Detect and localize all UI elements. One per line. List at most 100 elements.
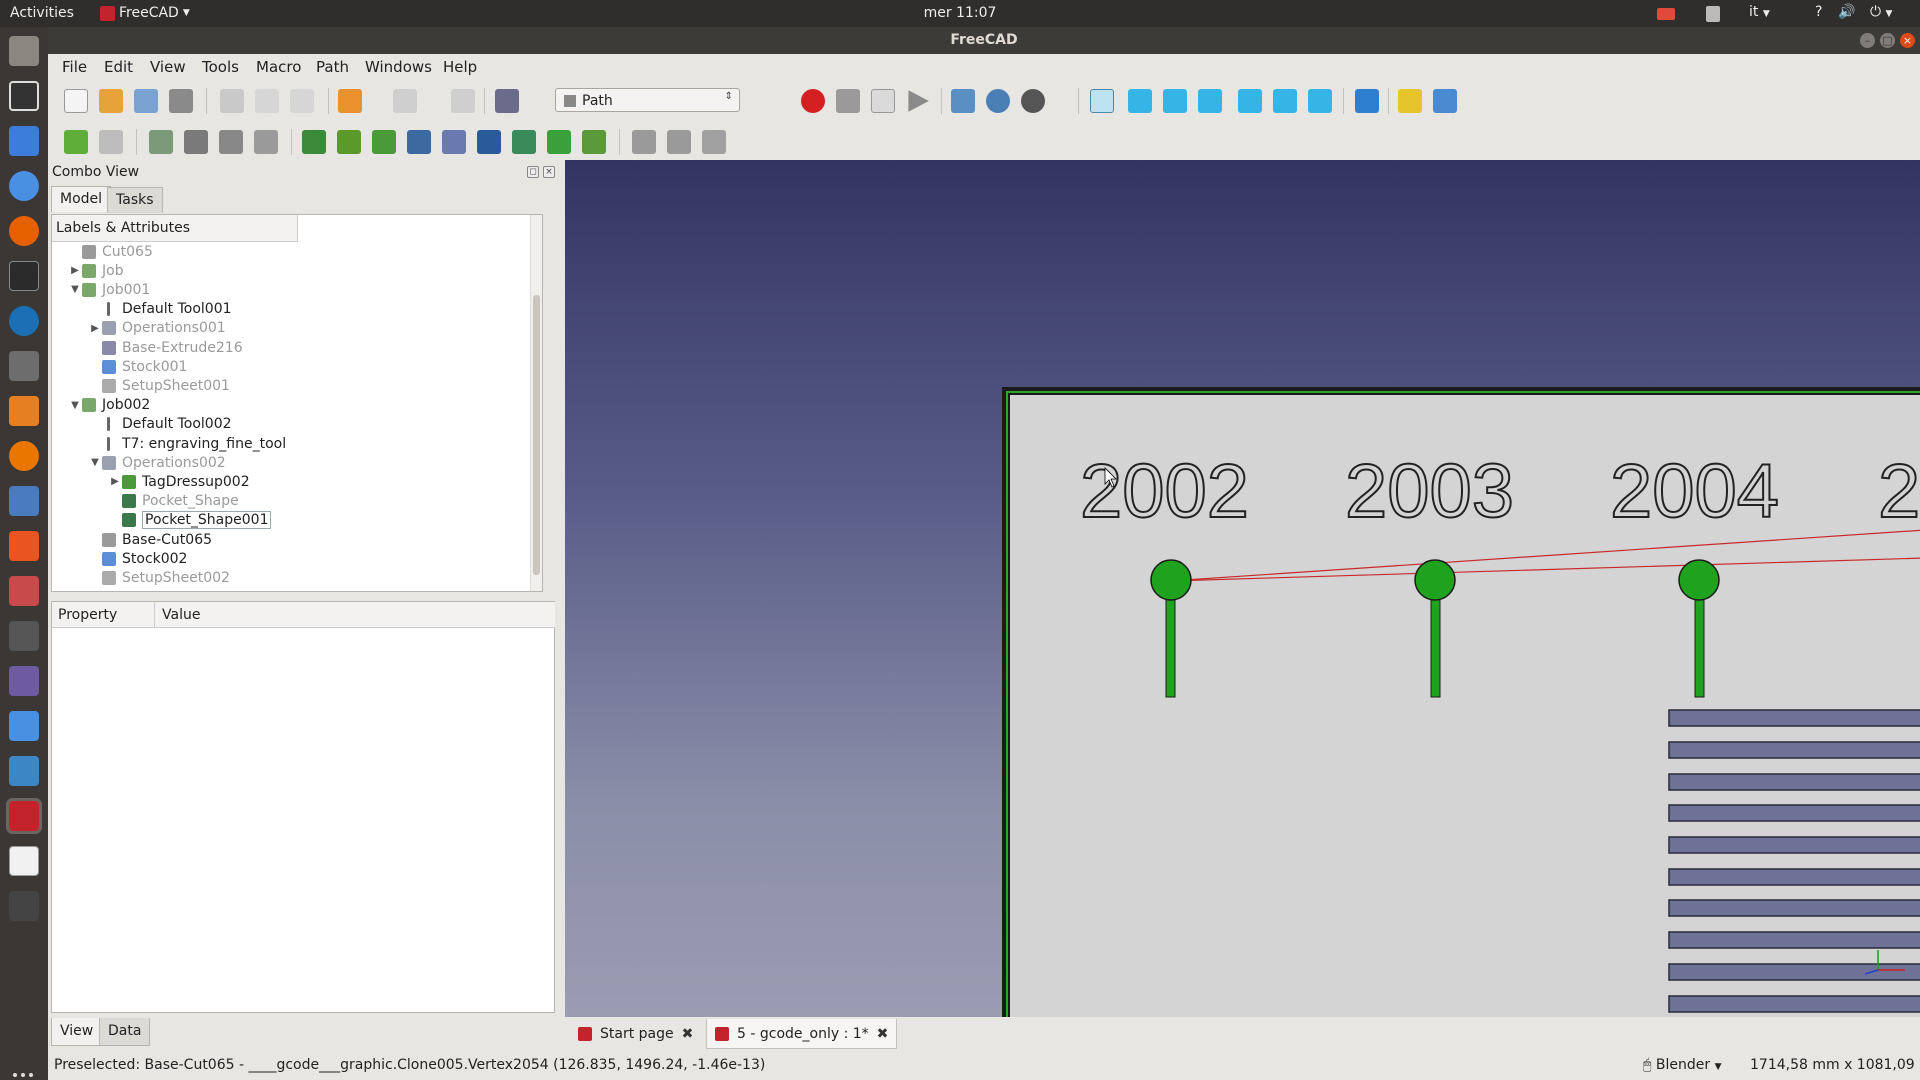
menu-path[interactable]: Path	[316, 58, 349, 76]
tree-item[interactable]: ▼ Operations002	[88, 453, 226, 472]
refresh-icon[interactable]	[451, 89, 475, 113]
tree-item[interactable]: ▶ TagDressup002	[108, 472, 249, 491]
close-button[interactable]: ×	[1900, 33, 1915, 48]
measure-distance-icon[interactable]	[1355, 89, 1379, 113]
camera-indicator-icon[interactable]	[1657, 8, 1675, 20]
menu-edit[interactable]: Edit	[104, 58, 133, 76]
post-process-icon[interactable]	[99, 130, 123, 154]
adaptive-icon[interactable]	[547, 130, 571, 154]
keyboard-layout[interactable]: it ▼	[1749, 4, 1770, 20]
pocket-pass[interactable]	[1668, 741, 1920, 759]
profile-faces-icon[interactable]	[337, 130, 361, 154]
tab-model[interactable]: Model	[51, 186, 112, 212]
virtualbox-icon[interactable]	[9, 756, 39, 786]
tree-item[interactable]: ▶ Job	[68, 261, 123, 280]
tree-scrollbar[interactable]	[530, 215, 542, 591]
tab-start-page[interactable]: Start page ✖	[570, 1019, 701, 1049]
stop-macro-icon[interactable]	[836, 89, 860, 113]
new-document-icon[interactable]	[64, 89, 88, 113]
network-icon[interactable]	[9, 711, 39, 741]
camera-icon[interactable]	[9, 621, 39, 651]
pocket-pass[interactable]	[1668, 899, 1920, 917]
custom-icon[interactable]	[254, 130, 278, 154]
menu-file[interactable]: File	[62, 58, 87, 76]
tree-item[interactable]: ▼ Job001	[68, 280, 150, 299]
terminal-icon[interactable]	[9, 261, 39, 291]
tag-head[interactable]	[1150, 559, 1192, 601]
tree-item[interactable]: T7: engraving_fine_tool	[88, 434, 286, 453]
tree-item[interactable]: Base-Extrude216	[88, 338, 243, 357]
engrave-icon[interactable]	[582, 130, 606, 154]
navigation-style-selector[interactable]: 🖱 Blender ▼	[1643, 1057, 1721, 1073]
tag-head[interactable]	[1414, 559, 1456, 601]
expand-arrow-icon[interactable]: ▶	[108, 476, 122, 487]
writer-icon[interactable]	[9, 126, 39, 156]
pocket-pass[interactable]	[1668, 963, 1920, 981]
run-macro-icon[interactable]	[908, 90, 929, 112]
pocket-pass[interactable]	[1668, 773, 1920, 791]
help-indicator[interactable]: ?	[1815, 4, 1822, 20]
print-icon[interactable]	[169, 89, 193, 113]
menu-help[interactable]: Help	[443, 58, 477, 76]
tree-item[interactable]: SetupSheet001	[88, 376, 230, 395]
close-panel-button[interactable]: ×	[543, 166, 555, 178]
3d-viewport[interactable]: 2002 2003 2004 2	[565, 160, 1920, 1017]
tab-tasks[interactable]: Tasks	[107, 187, 163, 213]
qgis-icon[interactable]	[9, 306, 39, 336]
cut-icon[interactable]	[220, 89, 244, 113]
save-icon[interactable]	[134, 89, 158, 113]
save-disk-icon[interactable]	[9, 486, 39, 516]
paste-icon[interactable]	[290, 89, 314, 113]
drilling-icon[interactable]	[442, 130, 466, 154]
collapse-arrow-icon[interactable]: ▼	[88, 457, 102, 468]
menu-macro[interactable]: Macro	[256, 58, 301, 76]
pocket-pass[interactable]	[1668, 709, 1920, 727]
engraved-label[interactable]: 2003	[1344, 448, 1515, 535]
menu-view[interactable]: View	[150, 58, 186, 76]
whats-this-icon[interactable]	[495, 89, 519, 113]
helix-icon[interactable]	[512, 130, 536, 154]
tree-item[interactable]: Base-Cut065	[88, 530, 212, 549]
video-editor-icon[interactable]	[9, 891, 39, 921]
pocket-pass[interactable]	[1668, 836, 1920, 854]
fixture-icon[interactable]	[149, 130, 173, 154]
diagram-icon[interactable]	[9, 396, 39, 426]
pocket-shape-icon[interactable]	[407, 130, 431, 154]
tree-item[interactable]: Stock002	[88, 549, 187, 568]
tab-view[interactable]: View	[51, 1018, 103, 1046]
tree-item[interactable]: Pocket_Shape001	[108, 511, 272, 530]
tag-head[interactable]	[1678, 559, 1720, 601]
dressup-icon[interactable]	[632, 130, 656, 154]
float-panel-button[interactable]: ◻	[527, 166, 539, 178]
redo-icon[interactable]	[393, 89, 417, 113]
draw-style-icon[interactable]	[1021, 89, 1045, 113]
blender-icon[interactable]	[9, 441, 39, 471]
tree-item[interactable]: Cut065	[68, 242, 153, 261]
activities-button[interactable]: Activities	[10, 5, 74, 21]
right-view-icon[interactable]	[1198, 89, 1222, 113]
tab-gcode-only[interactable]: 5 - gcode_only : 1* ✖	[706, 1019, 898, 1049]
copy-icon[interactable]	[255, 89, 279, 113]
tree-item[interactable]: Stock001	[88, 357, 187, 376]
fit-all-icon[interactable]	[951, 89, 975, 113]
expand-arrow-icon[interactable]: ▶	[68, 265, 82, 276]
system-menu-icon[interactable]: ⏻ ▼	[1870, 4, 1892, 20]
minimize-button[interactable]: –	[1860, 33, 1875, 48]
menu-tools[interactable]: Tools	[202, 58, 239, 76]
top-view-icon[interactable]	[1163, 89, 1187, 113]
tree-item[interactable]: Default Tool001	[88, 300, 232, 319]
media-icon[interactable]	[9, 666, 39, 696]
settings-tools-icon[interactable]	[9, 576, 39, 606]
clock[interactable]: mer 11:07	[0, 5, 1920, 21]
open-folder-icon[interactable]	[99, 89, 123, 113]
edit-macro-icon[interactable]	[871, 89, 895, 113]
isometric-view-icon[interactable]	[1090, 89, 1114, 113]
stop-icon[interactable]	[219, 130, 243, 154]
tab-data[interactable]: Data	[99, 1018, 151, 1046]
collapse-arrow-icon[interactable]: ▼	[68, 284, 82, 295]
contour-icon[interactable]	[302, 130, 326, 154]
undo-icon[interactable]	[338, 89, 362, 113]
tree-item[interactable]: SetupSheet002	[88, 568, 230, 587]
workbench-selector[interactable]: Path ⇕	[555, 88, 740, 112]
bottom-view-icon[interactable]	[1273, 89, 1297, 113]
